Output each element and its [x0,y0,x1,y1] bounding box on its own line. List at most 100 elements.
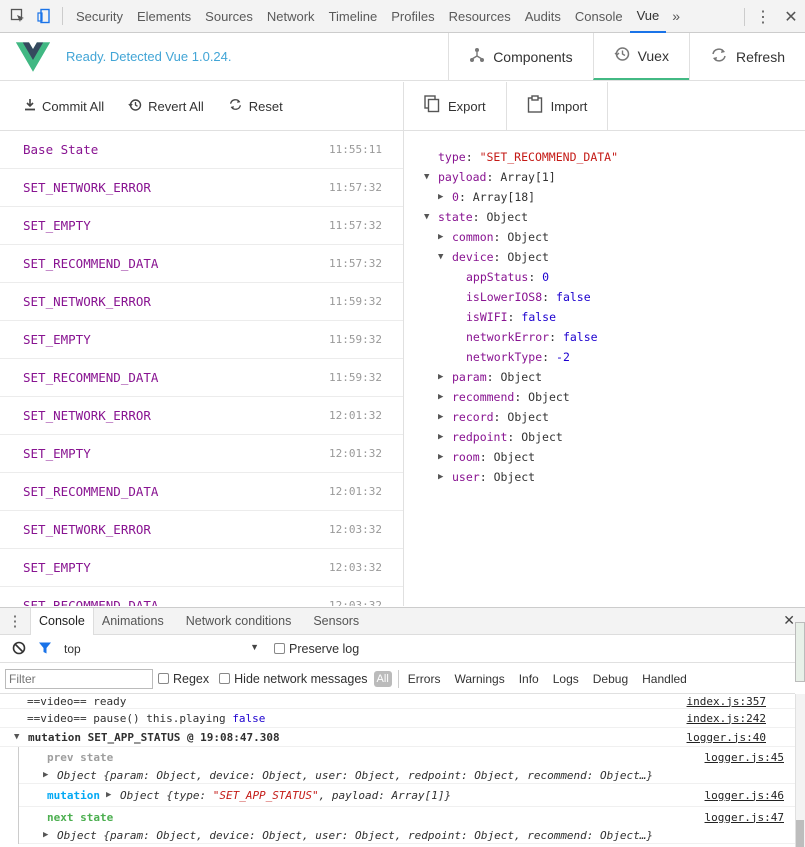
expand-arrow-icon: ▼ [14,732,20,742]
state-property[interactable]: ▶ param: Object [405,367,805,387]
state-property[interactable]: ▶ user: Object [405,467,805,487]
drawer-menu-icon[interactable]: ⋮ [0,612,30,630]
state-property[interactable]: ▶ record: Object [405,407,805,427]
history-row[interactable]: SET_NETWORK_ERROR 11:59:32 [0,283,403,321]
console-scrollbar-thumb[interactable] [796,820,804,847]
tab-timeline[interactable]: Timeline [322,0,385,33]
state-property[interactable]: ▼ device: Object [405,247,805,267]
context-select[interactable]: top ▼ [64,642,259,656]
level-all-button[interactable]: All [373,670,392,687]
property-value: Array[18] [472,190,536,204]
more-tabs-icon[interactable]: » [666,8,686,24]
device-mode-icon[interactable] [32,4,56,28]
import-button[interactable]: Import [507,82,609,130]
source-link[interactable]: logger.js:46 [705,789,784,802]
filter-icon[interactable] [38,641,54,657]
drawer-tab-network-conditions[interactable]: Network conditions [178,608,300,635]
history-row[interactable]: SET_NETWORK_ERROR 12:01:32 [0,397,403,435]
close-drawer-icon[interactable]: ✕ [783,612,795,629]
state-property[interactable]: ▶ recommend: Object [405,387,805,407]
property-value: Array[1] [500,170,556,184]
state-property[interactable]: ▶ 0: Array[18] [405,187,805,207]
download-icon [24,98,36,114]
history-row[interactable]: Base State 11:55:11 [0,131,403,169]
log-object[interactable]: ▶ Object {param: Object, device: Object,… [19,767,795,784]
log-bool: false [232,711,266,725]
level-logs-button[interactable]: Logs [550,670,582,688]
state-property[interactable]: ▼ state: Object [405,207,805,227]
mutation-time: 11:55:11 [329,143,382,156]
level-debug-button[interactable]: Debug [590,670,631,688]
state-property[interactable]: ▶ room: Object [405,447,805,467]
tab-vuex[interactable]: Vuex [592,33,689,80]
property-value: Object [486,210,529,224]
tab-audits[interactable]: Audits [518,0,568,33]
property-key: record [452,410,494,424]
regex-checkbox[interactable]: Regex [158,672,209,686]
mutation-time: 11:57:32 [329,219,382,232]
log-object[interactable]: ▶ Object {param: Object, device: Object,… [19,827,795,844]
mutation-time: 11:59:32 [329,295,382,308]
tab-resources[interactable]: Resources [442,0,518,33]
tab-profiles[interactable]: Profiles [384,0,441,33]
history-row[interactable]: SET_EMPTY 12:01:32 [0,435,403,473]
inspect-element-icon[interactable] [6,4,30,28]
history-row[interactable]: SET_EMPTY 12:03:32 [0,549,403,587]
clear-console-icon[interactable] [12,641,28,657]
tab-security[interactable]: Security [69,0,130,33]
filter-input[interactable] [5,668,153,689]
history-row[interactable]: SET_NETWORK_ERROR 11:57:32 [0,169,403,207]
source-link[interactable]: index.js:357 [687,695,766,708]
history-row[interactable]: SET_RECOMMEND_DATA 12:03:32 [0,587,403,606]
tab-elements[interactable]: Elements [130,0,198,33]
tab-vue[interactable]: Vue [629,0,667,33]
mutation-obj-suffix: , payload: Array[1]} [318,788,452,802]
drawer-tab-animations[interactable]: Animations [94,608,172,635]
kebab-menu-icon[interactable]: ⋮ [749,7,777,27]
level-info-button[interactable]: Info [516,670,542,688]
state-property[interactable]: ▶ redpoint: Object [405,427,805,447]
tab-console[interactable]: Console [568,0,630,33]
source-link[interactable]: index.js:242 [687,712,766,725]
drawer-tab-console[interactable]: Console [30,607,94,635]
tab-components[interactable]: Components [448,33,592,80]
log-group-text: mutation SET_APP_STATUS @ 19:08:47.308 [28,730,280,744]
source-link[interactable]: logger.js:45 [705,751,784,764]
state-property[interactable]: ▶ common: Object [405,227,805,247]
state-property[interactable]: ▼ payload: Array[1] [405,167,805,187]
property-key: networkType [466,350,543,364]
history-row[interactable]: SET_EMPTY 11:57:32 [0,207,403,245]
history-row[interactable]: SET_EMPTY 11:59:32 [0,321,403,359]
tab-label: Components [493,48,573,65]
level-warnings-button[interactable]: Warnings [451,670,507,688]
tab-network[interactable]: Network [260,0,322,33]
reset-button[interactable]: Reset [228,98,283,114]
tab-sources[interactable]: Sources [198,0,260,33]
checkbox-icon [274,643,285,654]
history-row[interactable]: SET_NETWORK_ERROR 12:03:32 [0,511,403,549]
level-errors-button[interactable]: Errors [405,670,444,688]
hide-network-checkbox[interactable]: Hide network messages [219,672,368,686]
history-row[interactable]: SET_RECOMMEND_DATA 12:01:32 [0,473,403,511]
vuex-history-toolbar: Commit All Revert All Reset [0,82,404,131]
refresh-button[interactable]: Refresh [688,33,805,80]
drawer-tab-sensors[interactable]: Sensors [305,608,367,635]
side-scrollbar[interactable] [795,622,805,682]
close-icon[interactable]: ✕ [777,7,805,27]
clipboard-icon [527,95,543,117]
mutation-type: "SET_APP_STATUS" [212,788,319,802]
revert-all-button[interactable]: Revert All [128,98,204,115]
export-button[interactable]: Export [404,82,507,130]
history-row[interactable]: SET_RECOMMEND_DATA 11:59:32 [0,359,403,397]
source-link[interactable]: logger.js:47 [705,811,784,824]
level-handled-button[interactable]: Handled [639,670,690,688]
commit-all-button[interactable]: Commit All [24,98,104,114]
vue-status-text: Ready. Detected Vue 1.0.24. [66,49,232,64]
mutation-name: SET_RECOMMEND_DATA [23,598,159,606]
copy-icon [424,95,440,117]
components-icon [469,47,485,67]
source-link[interactable]: logger.js:40 [687,731,766,744]
history-row[interactable]: SET_RECOMMEND_DATA 11:57:32 [0,245,403,283]
log-group-header[interactable]: ▼ mutation SET_APP_STATUS @ 19:08:47.308… [0,728,795,747]
preserve-log-checkbox[interactable]: Preserve log [274,642,359,656]
